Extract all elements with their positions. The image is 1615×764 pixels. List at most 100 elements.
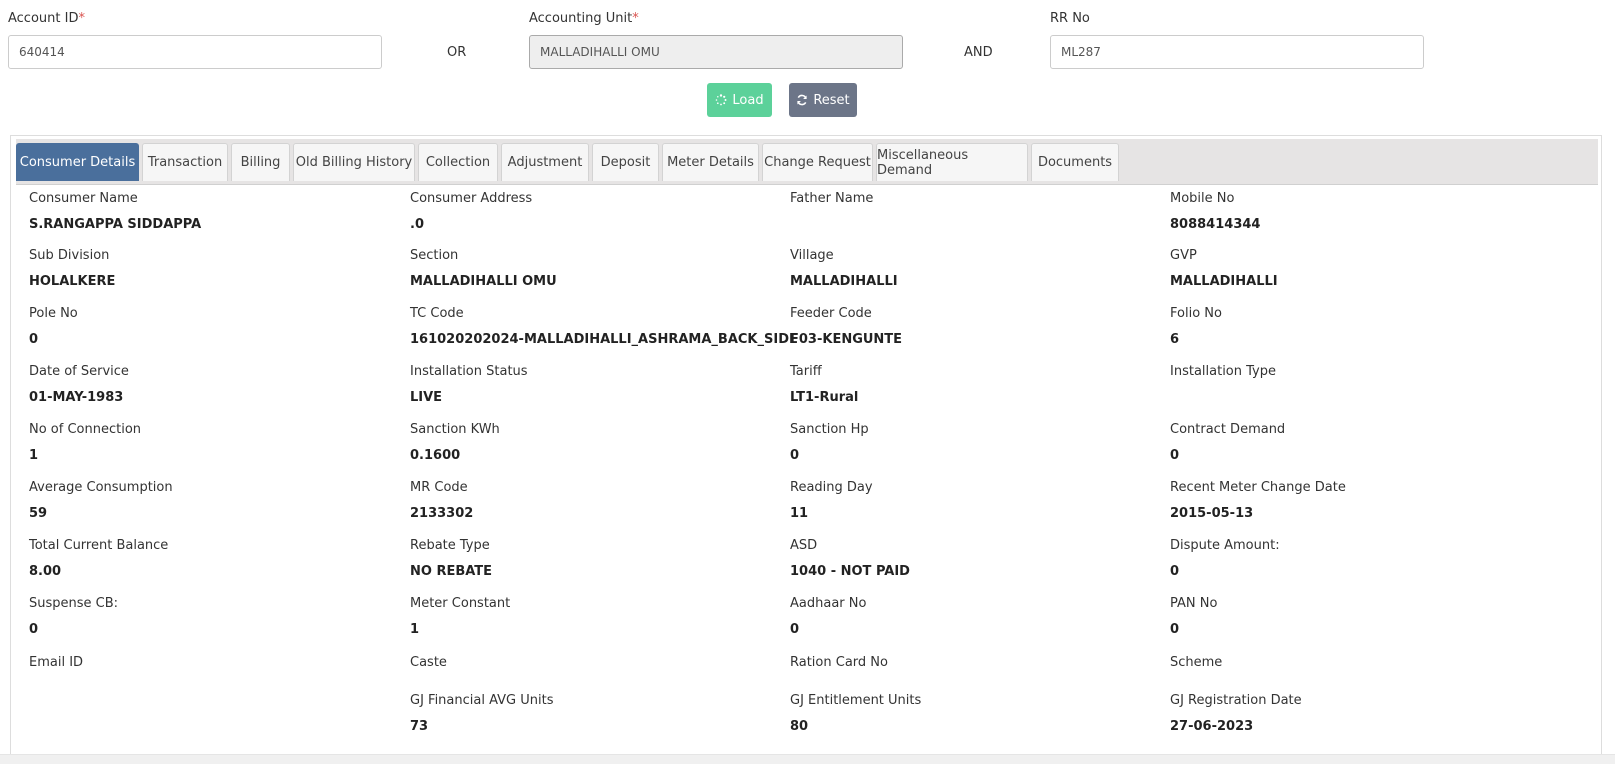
rr-no-input[interactable]: ML287 bbox=[1050, 35, 1424, 69]
field-value: MALLADIHALLI bbox=[790, 274, 898, 289]
tab-documents[interactable]: Documents bbox=[1031, 143, 1119, 181]
field-label: Aadhaar No bbox=[790, 596, 867, 611]
field-value: LIVE bbox=[410, 390, 443, 405]
field-value: 80 bbox=[790, 719, 809, 734]
field-value: 6 bbox=[1170, 332, 1180, 347]
field-label: Consumer Name bbox=[29, 191, 138, 206]
field-label: Scheme bbox=[1170, 655, 1223, 670]
field-label: TC Code bbox=[410, 306, 464, 321]
field-label: Caste bbox=[410, 655, 447, 670]
field-value: S.RANGAPPA SIDDAPPA bbox=[29, 217, 202, 232]
spinner-icon bbox=[716, 94, 727, 106]
tab-bar: Consumer Details Transaction Billing Old… bbox=[16, 139, 1598, 185]
field-label: GJ Financial AVG Units bbox=[410, 693, 554, 708]
reset-button[interactable]: Reset bbox=[789, 83, 857, 117]
tab-meter-details[interactable]: Meter Details bbox=[662, 143, 759, 181]
field-value: 0.1600 bbox=[410, 448, 461, 463]
field-label: Sanction Hp bbox=[790, 422, 869, 437]
rr-no-label: RR No bbox=[1050, 11, 1090, 26]
field-label: Meter Constant bbox=[410, 596, 511, 611]
field-label: Section bbox=[410, 248, 459, 263]
and-text: AND bbox=[964, 45, 993, 60]
field-value: 8.00 bbox=[29, 564, 62, 579]
field-label: Recent Meter Change Date bbox=[1170, 480, 1346, 495]
accounting-unit-select[interactable]: MALLADIHALLI OMU bbox=[529, 35, 903, 69]
or-text: OR bbox=[447, 45, 467, 60]
field-value: 0 bbox=[1170, 564, 1180, 579]
account-id-label-text: Account ID bbox=[8, 11, 79, 26]
field-label: Installation Type bbox=[1170, 364, 1276, 379]
field-value: 1 bbox=[410, 622, 420, 637]
required-mark: * bbox=[78, 11, 85, 26]
account-id-input[interactable]: 640414 bbox=[8, 35, 382, 69]
field-label: Ration Card No bbox=[790, 655, 888, 670]
tab-consumer-details[interactable]: Consumer Details bbox=[16, 143, 139, 181]
field-value: 1 bbox=[29, 448, 39, 463]
field-value: 0 bbox=[1170, 622, 1180, 637]
field-value: MALLADIHALLI bbox=[1170, 274, 1278, 289]
field-label: Village bbox=[790, 248, 834, 263]
field-label: Mobile No bbox=[1170, 191, 1235, 206]
field-label: Tariff bbox=[790, 364, 822, 379]
field-label: GVP bbox=[1170, 248, 1197, 263]
tab-billing[interactable]: Billing bbox=[231, 143, 290, 181]
field-label: Folio No bbox=[1170, 306, 1222, 321]
refresh-icon bbox=[797, 94, 808, 106]
field-value: HOLALKERE bbox=[29, 274, 116, 289]
field-label: Total Current Balance bbox=[29, 538, 169, 553]
field-label: Email ID bbox=[29, 655, 84, 670]
load-button-label: Load bbox=[732, 92, 764, 108]
field-label: Sanction KWh bbox=[410, 422, 500, 437]
field-value: 8088414344 bbox=[1170, 217, 1261, 232]
field-label: Suspense CB: bbox=[29, 596, 119, 611]
field-label: Contract Demand bbox=[1170, 422, 1286, 437]
field-label: Date of Service bbox=[29, 364, 129, 379]
field-value: .0 bbox=[410, 217, 424, 232]
field-label: Sub Division bbox=[29, 248, 110, 263]
field-value: F03-KENGUNTE bbox=[790, 332, 903, 347]
tab-old-billing-history[interactable]: Old Billing History bbox=[293, 143, 415, 181]
field-value: 01-MAY-1983 bbox=[29, 390, 124, 405]
field-value: NO REBATE bbox=[410, 564, 493, 579]
field-value: 0 bbox=[29, 332, 39, 347]
field-value: 59 bbox=[29, 506, 48, 521]
required-mark: * bbox=[632, 11, 639, 26]
field-value: 0 bbox=[790, 622, 800, 637]
field-value: 0 bbox=[29, 622, 39, 637]
field-label: Pole No bbox=[29, 306, 78, 321]
field-value: 0 bbox=[1170, 448, 1180, 463]
field-label: ASD bbox=[790, 538, 818, 553]
tab-transaction[interactable]: Transaction bbox=[142, 143, 228, 181]
load-button[interactable]: Load bbox=[707, 83, 772, 117]
field-label: MR Code bbox=[410, 480, 468, 495]
field-value: 11 bbox=[790, 506, 809, 521]
field-label: No of Connection bbox=[29, 422, 142, 437]
field-label: Father Name bbox=[790, 191, 874, 206]
field-label: Dispute Amount: bbox=[1170, 538, 1280, 553]
field-label: Installation Status bbox=[410, 364, 528, 379]
tab-adjustment[interactable]: Adjustment bbox=[501, 143, 589, 181]
field-label: Reading Day bbox=[790, 480, 873, 495]
tab-collection[interactable]: Collection bbox=[418, 143, 498, 181]
field-value: 161020202024-MALLADIHALLI_ASHRAMA_BACK_S… bbox=[410, 332, 798, 347]
field-label: Feeder Code bbox=[790, 306, 872, 321]
field-label: Average Consumption bbox=[29, 480, 173, 495]
field-label: GJ Registration Date bbox=[1170, 693, 1302, 708]
accounting-unit-label: Accounting Unit* bbox=[529, 11, 639, 26]
field-value: LT1-Rural bbox=[790, 390, 859, 405]
field-value: 27-06-2023 bbox=[1170, 719, 1254, 734]
field-value: 2133302 bbox=[410, 506, 474, 521]
accounting-unit-label-text: Accounting Unit bbox=[529, 11, 633, 26]
tab-change-request[interactable]: Change Request bbox=[762, 143, 873, 181]
field-value: 2015-05-13 bbox=[1170, 506, 1254, 521]
field-value: MALLADIHALLI OMU bbox=[410, 274, 557, 289]
field-label: GJ Entitlement Units bbox=[790, 693, 922, 708]
field-label: Rebate Type bbox=[410, 538, 490, 553]
field-value: 1040 - NOT PAID bbox=[790, 564, 910, 579]
field-value: 0 bbox=[790, 448, 800, 463]
field-label: PAN No bbox=[1170, 596, 1218, 611]
tab-miscellaneous-demand[interactable]: Miscellaneous Demand bbox=[876, 143, 1028, 181]
tab-deposit[interactable]: Deposit bbox=[592, 143, 659, 181]
account-id-label: Account ID* bbox=[8, 11, 85, 26]
reset-button-label: Reset bbox=[813, 92, 850, 108]
